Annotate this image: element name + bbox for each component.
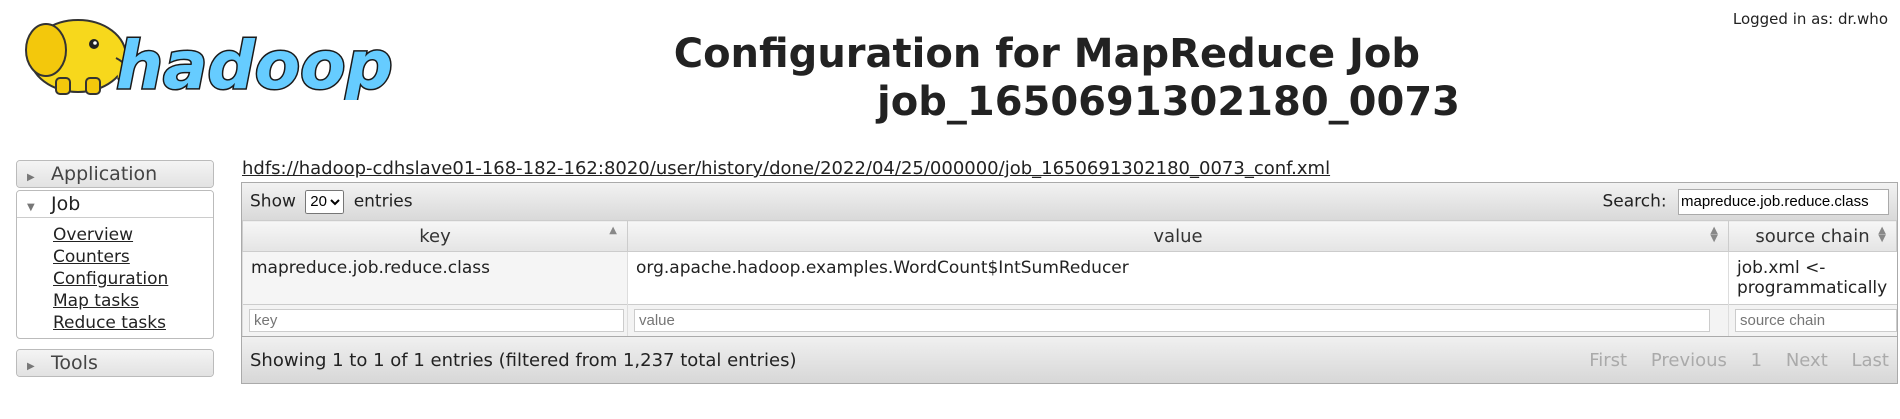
nav-link-overview[interactable]: Overview xyxy=(53,225,133,245)
column-header-value[interactable]: value ▲ ▼ xyxy=(627,220,1729,252)
show-label: Show xyxy=(250,191,296,211)
login-status: Logged in as: dr.who xyxy=(1732,10,1888,28)
nav-link-map-tasks[interactable]: Map tasks xyxy=(53,291,139,311)
page-title: Configuration for MapReduce Job job_1650… xyxy=(560,30,1460,126)
config-table-container: Show 20 entries Search: key ▲ value ▲▼ xyxy=(241,182,1898,384)
page-title-job-id: job_1650691302180_0073 xyxy=(877,79,1460,125)
chevron-right-icon: ▶ xyxy=(27,172,35,183)
filter-source-input[interactable] xyxy=(1735,309,1898,332)
nav-head-tools[interactable]: ▶ Tools xyxy=(17,350,213,376)
pager-next-button[interactable]: Next xyxy=(1786,350,1828,371)
cell-key: mapreduce.job.reduce.class xyxy=(242,251,628,305)
hadoop-logo: hadoop xyxy=(16,8,396,106)
nav-head-job[interactable]: ▼ Job xyxy=(17,191,213,218)
column-label-key: key xyxy=(419,225,451,247)
column-label-value: value xyxy=(1153,225,1203,247)
sort-both-icon: ▲ ▼ xyxy=(1878,225,1886,244)
nav-section-tools[interactable]: ▶ Tools xyxy=(16,349,214,377)
table-footer: Showing 1 to 1 of 1 entries (filtered fr… xyxy=(242,337,1897,383)
chevron-down-icon: ▼ xyxy=(27,202,35,213)
cell-value: org.apache.hadoop.examples.WordCount$Int… xyxy=(627,251,1729,305)
table-toolbar: Show 20 entries Search: xyxy=(242,183,1897,220)
table-row: mapreduce.job.reduce.class org.apache.ha… xyxy=(242,251,1897,305)
search-label: Search: xyxy=(1602,191,1667,211)
page-size-control: Show 20 entries xyxy=(250,189,413,214)
conf-file-link[interactable]: hdfs://hadoop-cdhslave01-168-182-162:802… xyxy=(242,158,1330,179)
column-label-source-chain: source chain xyxy=(1755,225,1870,247)
job-nav-list: Overview Counters Configuration Map task… xyxy=(17,218,213,338)
nav-link-reduce-tasks[interactable]: Reduce tasks xyxy=(53,313,166,333)
pager-last-button[interactable]: Last xyxy=(1852,350,1890,371)
filter-value-input[interactable] xyxy=(634,309,1711,332)
page-title-line1: Configuration for MapReduce Job xyxy=(673,31,1420,77)
pager-previous-button[interactable]: Previous xyxy=(1651,350,1727,371)
search-input[interactable] xyxy=(1678,188,1889,215)
cell-source-chain: job.xml <- programmatically xyxy=(1728,251,1897,305)
nav-head-application[interactable]: ▶ Application xyxy=(17,161,213,187)
pager-page-1[interactable]: 1 xyxy=(1751,350,1762,371)
nav-section-application[interactable]: ▶ Application xyxy=(16,160,214,188)
filter-row xyxy=(242,304,1898,337)
pagination: First Previous 1 Next Last xyxy=(1571,350,1889,371)
sort-asc-icon: ▲ xyxy=(609,225,617,236)
nav-section-job: ▼ Job Overview Counters Configuration Ma… xyxy=(16,190,214,339)
logo-wordmark: hadoop xyxy=(116,27,393,100)
page-size-select[interactable]: 20 xyxy=(305,189,345,214)
nav-label-tools: Tools xyxy=(51,352,98,374)
nav-label-application: Application xyxy=(51,163,158,185)
sort-both-icon: ▲ ▼ xyxy=(1710,225,1718,244)
nav-link-configuration[interactable]: Configuration xyxy=(53,269,168,289)
pager-first-button[interactable]: First xyxy=(1589,350,1627,371)
column-header-key[interactable]: key ▲ xyxy=(242,220,628,252)
column-header-source-chain[interactable]: source chain ▲ ▼ xyxy=(1728,220,1897,252)
entries-label: entries xyxy=(353,191,413,211)
config-table: key ▲ value ▲ ▼ source chain ▲ ▼ mapreduce… xyxy=(242,220,1898,337)
nav-link-counters[interactable]: Counters xyxy=(53,247,130,267)
filter-key-input[interactable] xyxy=(249,309,624,332)
table-info: Showing 1 to 1 of 1 entries (filtered fr… xyxy=(250,349,797,371)
nav-label-job: Job xyxy=(51,193,81,215)
chevron-right-icon: ▶ xyxy=(27,361,35,372)
search-control: Search: xyxy=(1602,188,1889,215)
